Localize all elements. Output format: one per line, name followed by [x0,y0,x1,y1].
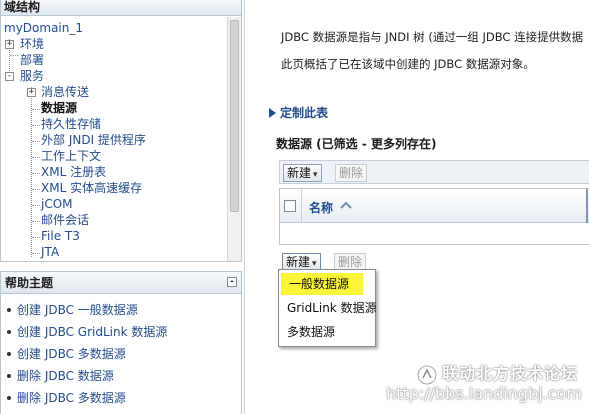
collapse-icon[interactable]: - [227,277,237,287]
tree-item-jta[interactable]: JTA [41,244,59,260]
description-text-1: JDBC 数据源是指与 JNDI 树 (通过一组 JDBC 连接提供数据 [281,30,584,44]
tree-item-foreign-jndi[interactable]: 外部 JNDI 提供程序 [41,132,146,148]
customize-table-label: 定制此表 [280,106,329,120]
menu-item-multi-data-source[interactable]: 多数据源 [279,321,375,343]
help-topics-panel: 帮助主题 - 创建 JDBC 一般数据源 创建 JDBC GridLink 数据… [0,271,242,414]
table-title: 数据源 (已筛选 - 更多列存在) [276,137,437,151]
tree-item-environment[interactable]: 环境 [20,36,44,52]
help-link-create-multi[interactable]: 创建 JDBC 多数据源 [5,346,241,368]
help-link-create-generic[interactable]: 创建 JDBC 一般数据源 [5,302,241,324]
table-toolbar-top: 新建 ▾ 删除 [279,160,589,184]
help-link-delete-datasource[interactable]: 删除 JDBC 数据源 [5,368,241,390]
new-dropdown-button-top[interactable]: 新建 ▾ [283,164,322,182]
help-topics-title: 帮助主题 [5,276,54,290]
checkbox-icon[interactable] [284,200,296,212]
customize-table-link[interactable]: 定制此表 [269,104,328,121]
domain-structure-panel: 域结构 myDomain_1 + 环境 部署 - 服务 + 消息传送 数据源 持… [0,0,242,262]
plus-icon[interactable]: + [5,40,14,49]
watermark-url: http://bbs.landingbj.com [386,384,582,403]
tree-item-file-t3[interactable]: File T3 [41,228,80,244]
tree-item-xml-entity-caches[interactable]: XML 实体高速缓存 [41,180,142,196]
tree-item-mail-sessions[interactable]: 邮件会话 [41,212,89,228]
watermark-forum-name: 联动北方技术论坛 [442,364,579,383]
tree-item-persistent-stores[interactable]: 持久性存储 [41,116,101,132]
new-button-label: 新建 [287,166,312,180]
menu-item-generic-data-source[interactable]: 一般数据源 [281,273,363,295]
domain-structure-title: 域结构 [1,0,241,16]
new-dropdown-menu: 一般数据源 GridLink 数据源 多数据源 [278,269,377,347]
chevron-down-icon: ▾ [313,170,318,180]
menu-item-gridlink-data-source[interactable]: GridLink 数据源 [279,297,377,319]
table-header-row: 名称 [280,189,589,223]
help-link-delete-multi[interactable]: 删除 JDBC 多数据源 [5,390,241,412]
tree-item-mydomain[interactable]: myDomain_1 [4,20,83,36]
sort-ascending-icon[interactable] [340,200,352,210]
domain-tree: myDomain_1 + 环境 部署 - 服务 + 消息传送 数据源 持久性存储… [1,17,228,261]
help-topics-header: 帮助主题 - [1,272,241,294]
tree-item-messaging[interactable]: 消息传送 [41,84,89,100]
triangle-right-icon [269,108,276,118]
minus-icon[interactable]: - [5,72,14,81]
tree-item-deployments[interactable]: 部署 [20,52,44,68]
column-header-name[interactable]: 名称 [309,199,333,216]
tree-item-data-sources[interactable]: 数据源 [41,100,77,116]
description-text-2: 此页概括了已在该域中创建的 JDBC 数据源对象。 [281,57,535,71]
help-link-create-gridlink[interactable]: 创建 JDBC GridLink 数据源 [5,324,241,346]
data-sources-table: 名称 [279,188,589,245]
tree-item-services[interactable]: 服务 [20,68,44,84]
delete-button-top[interactable]: 删除 [335,164,368,182]
tree-scrollbar[interactable] [227,17,241,261]
forum-logo-icon [416,364,438,386]
tree-scrollbar-thumb[interactable] [230,20,239,212]
new-button-label: 新建 [286,255,311,269]
tree-item-jcom[interactable]: jCOM [41,196,73,212]
tree-item-work-contexts[interactable]: 工作上下文 [41,148,101,164]
forum-watermark: 联动北方技术论坛 http://bbs.landingbj.com [386,358,586,408]
plus-icon[interactable]: + [27,88,36,97]
tree-item-xml-registries[interactable]: XML 注册表 [41,164,106,180]
help-topics-list: 创建 JDBC 一般数据源 创建 JDBC GridLink 数据源 创建 JD… [1,294,241,412]
main-content: JDBC 数据源是指与 JNDI 树 (通过一组 JDBC 连接提供数据 此页概… [244,0,589,414]
